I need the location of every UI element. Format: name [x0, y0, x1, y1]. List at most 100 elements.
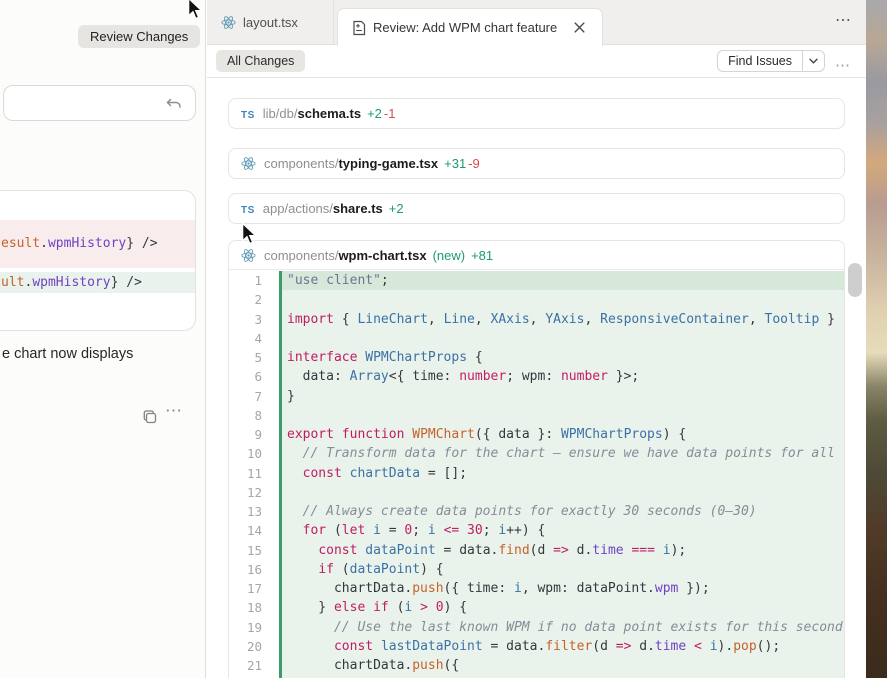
file-type-icon: TS: [241, 106, 255, 121]
line-number: 11: [229, 464, 279, 483]
code-line: 7}: [229, 387, 844, 406]
find-issues-label[interactable]: Find Issues: [718, 51, 802, 71]
tab-overflow-icon[interactable]: ⋯: [835, 10, 852, 30]
line-number: 20: [229, 637, 279, 656]
file-card-typing-game.tsx[interactable]: components/typing-game.tsx+31-9: [228, 148, 845, 179]
line-number: 1: [229, 271, 279, 290]
code-token: ++) {: [506, 523, 545, 538]
code-diff-view[interactable]: 1"use client";23import { LineChart, Line…: [229, 271, 844, 678]
code-token: filter: [545, 639, 592, 654]
code-token: number: [561, 369, 608, 384]
chevron-down-icon[interactable]: [802, 51, 824, 71]
code-text: export function WPMChart({ data }: WPMCh…: [282, 425, 844, 444]
code-text: const chartData = [];: [282, 464, 844, 483]
removed-lines-count: -1: [384, 106, 396, 121]
line-number: 14: [229, 521, 279, 540]
code-token: ();: [757, 639, 780, 654]
review-changes-button[interactable]: Review Changes: [78, 25, 200, 48]
code-token: if: [373, 600, 389, 615]
code-token: >: [420, 600, 428, 615]
file-card-share.ts[interactable]: TSapp/actions/share.ts+2: [228, 193, 845, 224]
code-token: chartData.: [287, 581, 412, 596]
code-line: 12: [229, 483, 844, 502]
code-token: dataPoint: [350, 562, 420, 577]
code-token: =>: [553, 543, 569, 558]
code-token: interface: [287, 350, 357, 365]
tab-label: layout.tsx: [243, 15, 298, 30]
code-token: const: [318, 543, 357, 558]
code-token: [459, 523, 467, 538]
code-text: [282, 329, 844, 348]
changes-list: TSlib/db/schema.ts+2-1 components/typing-…: [207, 78, 866, 678]
code-line: 3import { LineChart, Line, XAxis, YAxis,…: [229, 310, 844, 329]
file-directory: app/actions/: [263, 201, 333, 216]
copy-icon[interactable]: [141, 408, 158, 425]
code-line: 9export function WPMChart({ data }: WPMC…: [229, 425, 844, 444]
code-token: ;: [412, 523, 428, 538]
code-line: 4: [229, 329, 844, 348]
code-line: 2: [229, 290, 844, 309]
code-token: =: [381, 523, 404, 538]
code-token: let: [342, 523, 365, 538]
code-token: time: [592, 543, 623, 558]
file-directory: components/: [264, 156, 338, 171]
tab-review-add-wpm-chart-feature[interactable]: Review: Add WPM chart feature: [337, 8, 603, 46]
chat-more-options-icon[interactable]: ⋯: [165, 401, 183, 421]
code-token: ({ data }:: [475, 427, 561, 442]
code-token: wpm: [655, 581, 678, 596]
react-icon: [221, 15, 236, 30]
code-text: const lastDataPoint = data.filter(d => d…: [282, 637, 844, 656]
code-token: dataPoint: [365, 543, 435, 558]
find-issues-split-button[interactable]: Find Issues: [717, 50, 825, 72]
all-changes-button[interactable]: All Changes: [216, 50, 305, 72]
undo-bar: [3, 85, 196, 121]
code-token: [287, 466, 303, 481]
code-token: Array: [350, 369, 389, 384]
code-text: // Transform data for the chart — ensure…: [282, 444, 844, 463]
code-token: (d: [530, 543, 553, 558]
code-token: function: [342, 427, 405, 442]
undo-icon[interactable]: [165, 95, 183, 113]
code-token: wpmHistory: [48, 236, 126, 251]
code-token: i: [710, 639, 718, 654]
code-text: chartData.push({: [282, 656, 844, 675]
code-token: ResponsiveContainer: [600, 312, 749, 327]
code-token: ).: [718, 639, 734, 654]
code-token: data:: [287, 369, 350, 384]
scrollbar-thumb[interactable]: [848, 263, 862, 297]
tab-layout-tsx[interactable]: layout.tsx: [207, 0, 334, 45]
code-token: } />: [111, 275, 142, 290]
code-token: WPMChart: [412, 427, 475, 442]
code-text: import { LineChart, Line, XAxis, YAxis, …: [282, 310, 844, 329]
diff-removed-line: esult.wpmHistory} />: [0, 220, 195, 268]
file-directory: components/: [264, 248, 338, 263]
code-token: for: [303, 523, 326, 538]
code-token: Tooltip: [765, 312, 820, 327]
app-window: Review Changes esult.wpmHistory} /> ult.…: [0, 0, 887, 678]
code-token: else: [334, 600, 365, 615]
line-number: 9: [229, 425, 279, 444]
code-token: // Transform data for the chart — ensure…: [287, 446, 835, 461]
file-card-header[interactable]: components/wpm-chart.tsx(new)+81: [229, 241, 844, 270]
code-token: push: [412, 581, 443, 596]
react-icon: [241, 156, 256, 171]
file-card-wpm-chart.tsx[interactable]: components/wpm-chart.tsx(new)+811"use cl…: [228, 240, 845, 678]
line-number: 13: [229, 502, 279, 521]
code-line: 10 // Transform data for the chart — ens…: [229, 444, 844, 463]
code-text: "use client";: [282, 271, 844, 290]
toolbar-more-icon[interactable]: ⋯: [835, 56, 851, 74]
code-text: }: [282, 387, 844, 406]
desktop-wallpaper: [866, 0, 887, 678]
code-token: (: [326, 523, 342, 538]
file-name: share.ts: [333, 201, 383, 216]
code-token: ,: [428, 312, 444, 327]
file-card-schema.ts[interactable]: TSlib/db/schema.ts+2-1: [228, 98, 845, 129]
code-token: esult: [1, 236, 40, 251]
code-token: <{ time:: [389, 369, 459, 384]
code-token: 0: [436, 600, 444, 615]
code-token: [373, 639, 381, 654]
close-icon[interactable]: [573, 21, 586, 34]
code-token: const: [303, 466, 342, 481]
code-token: }: [287, 600, 334, 615]
code-token: export: [287, 427, 334, 442]
